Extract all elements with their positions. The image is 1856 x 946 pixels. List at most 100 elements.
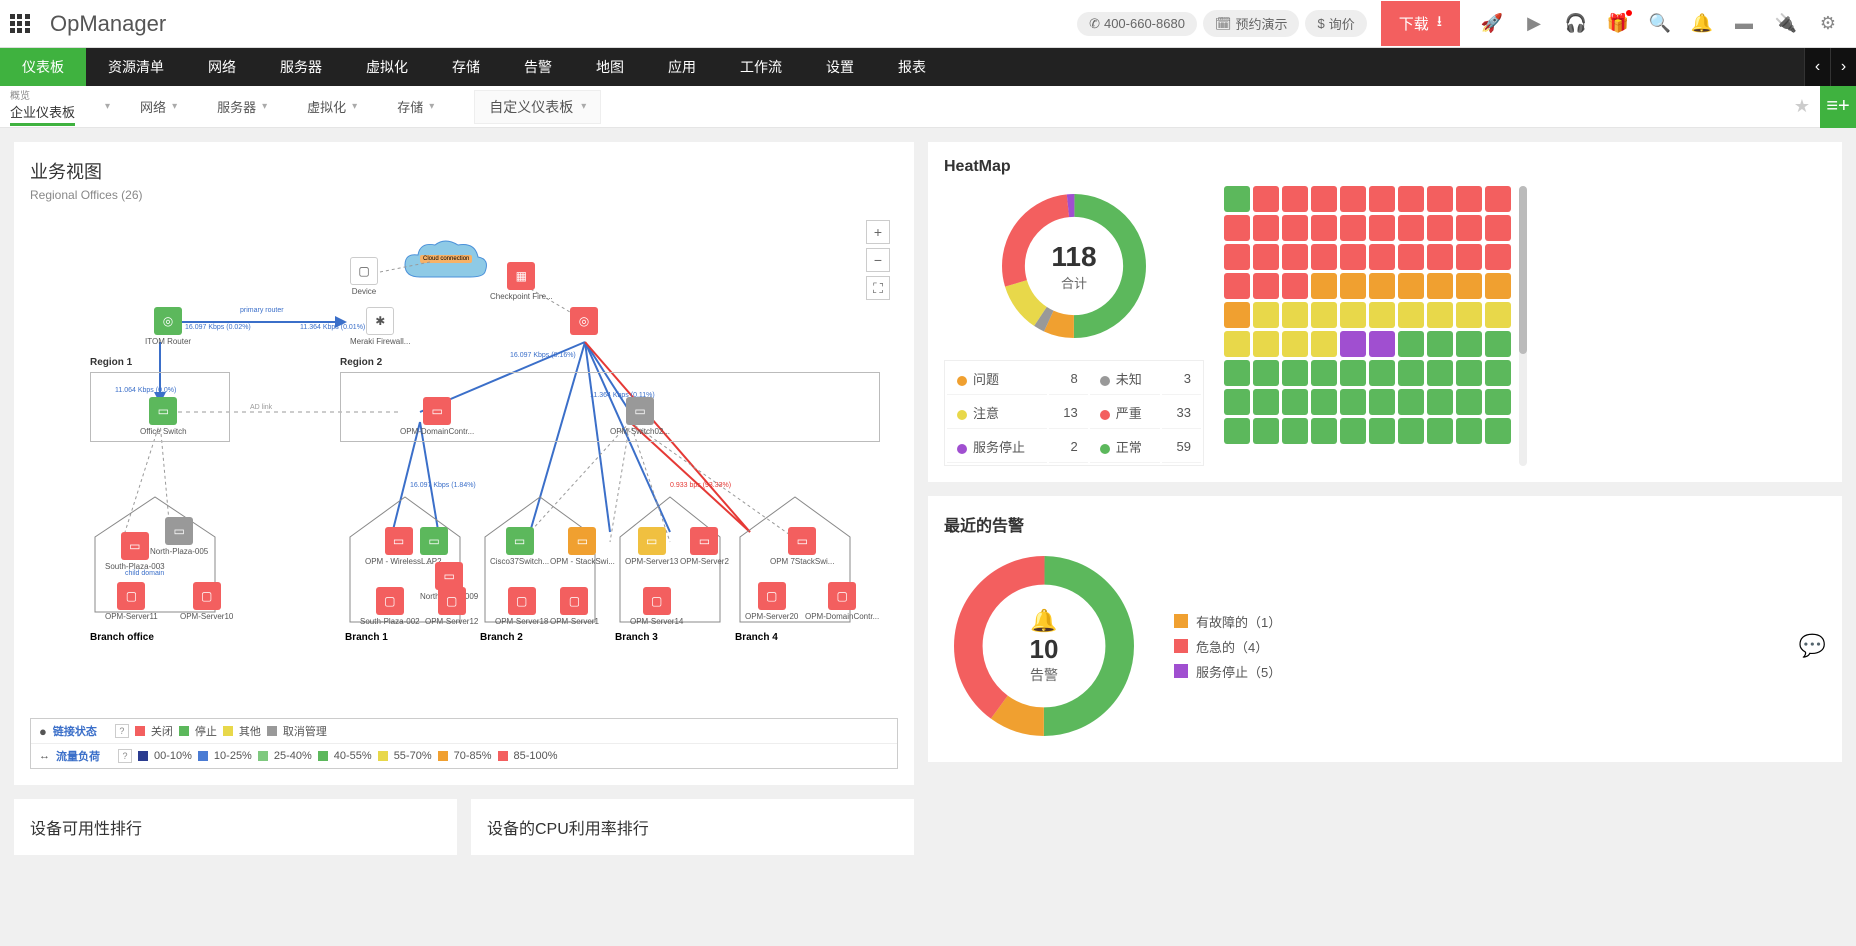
heatmap-cell[interactable]: [1253, 331, 1279, 357]
star-icon[interactable]: ★: [1794, 96, 1810, 117]
heatmap-cell[interactable]: [1398, 302, 1424, 328]
heatmap-cell[interactable]: [1340, 244, 1366, 270]
subnav-custom-dashboard[interactable]: 自定义仪表板▾: [474, 90, 601, 124]
heatmap-cell[interactable]: [1340, 331, 1366, 357]
heatmap-grid[interactable]: [1224, 186, 1511, 466]
heatmap-cell[interactable]: [1369, 302, 1395, 328]
node-opm-server2[interactable]: ▭OPM-Server2: [680, 527, 729, 566]
heatmap-cell[interactable]: [1282, 273, 1308, 299]
nav-app[interactable]: 应用: [646, 48, 718, 86]
node-cisco37[interactable]: ▭Cisco37Switch...: [490, 527, 549, 566]
nav-server[interactable]: 服务器: [258, 48, 344, 86]
heatmap-cell[interactable]: [1311, 215, 1337, 241]
heatmap-cell[interactable]: [1224, 389, 1250, 415]
heatmap-cell[interactable]: [1224, 418, 1250, 444]
nav-network[interactable]: 网络: [186, 48, 258, 86]
node-opm-dc2[interactable]: ▢OPM-DomainContr...: [805, 582, 879, 621]
node-opm-switch[interactable]: ▭OPM-Switch02...: [610, 397, 670, 436]
heatmap-cell[interactable]: [1369, 331, 1395, 357]
heatmap-cell[interactable]: [1369, 389, 1395, 415]
nav-workflow[interactable]: 工作流: [718, 48, 804, 86]
heatmap-cell[interactable]: [1253, 186, 1279, 212]
heatmap-cell[interactable]: [1427, 244, 1453, 270]
heatmap-cell[interactable]: [1282, 389, 1308, 415]
heatmap-cell[interactable]: [1485, 273, 1511, 299]
heatmap-cell[interactable]: [1224, 186, 1250, 212]
heatmap-cell[interactable]: [1253, 302, 1279, 328]
node-opm-server20[interactable]: ▢OPM-Server20: [745, 582, 798, 621]
heatmap-cell[interactable]: [1224, 244, 1250, 270]
zoom-out-button[interactable]: −: [866, 248, 890, 272]
heatmap-cell[interactable]: [1485, 360, 1511, 386]
heatmap-cell[interactable]: [1340, 273, 1366, 299]
download-button[interactable]: 下载 ⭳: [1381, 1, 1460, 46]
heatmap-cell[interactable]: [1485, 331, 1511, 357]
heatmap-cell[interactable]: [1398, 360, 1424, 386]
heatmap-cell[interactable]: [1253, 273, 1279, 299]
zoom-in-button[interactable]: +: [866, 220, 890, 244]
heatmap-cell[interactable]: [1282, 331, 1308, 357]
rocket-icon[interactable]: 🚀: [1480, 12, 1504, 36]
nav-map[interactable]: 地图: [574, 48, 646, 86]
legend-row[interactable]: 服务停止2正常59: [947, 431, 1201, 463]
node-south-plaza-002[interactable]: ▢South-Plaza-002: [360, 587, 420, 626]
heatmap-cell[interactable]: [1398, 186, 1424, 212]
heatmap-cell[interactable]: [1311, 244, 1337, 270]
play-icon[interactable]: ▶: [1522, 12, 1546, 36]
heatmap-cell[interactable]: [1282, 186, 1308, 212]
heatmap-cell[interactable]: [1456, 302, 1482, 328]
search-icon[interactable]: 🔍: [1648, 12, 1672, 36]
gear-icon[interactable]: ⚙: [1816, 12, 1840, 36]
heatmap-cell[interactable]: [1456, 331, 1482, 357]
heatmap-cell[interactable]: [1224, 215, 1250, 241]
heatmap-cell[interactable]: [1369, 273, 1395, 299]
heatmap-cell[interactable]: [1282, 244, 1308, 270]
heatmap-cell[interactable]: [1398, 389, 1424, 415]
topology-canvas[interactable]: + − ⛶ Cloud connection: [30, 212, 898, 712]
heatmap-cell[interactable]: [1311, 273, 1337, 299]
heatmap-cell[interactable]: [1456, 215, 1482, 241]
heatmap-cell[interactable]: [1282, 418, 1308, 444]
heatmap-cell[interactable]: [1311, 418, 1337, 444]
heatmap-cell[interactable]: [1398, 215, 1424, 241]
node-opm-server14[interactable]: ▢OPM-Server14: [630, 587, 683, 626]
node-opm-server10[interactable]: ▢OPM-Server10: [180, 582, 233, 621]
heatmap-cell[interactable]: [1456, 418, 1482, 444]
chevron-down-icon[interactable]: ▾: [105, 101, 110, 112]
legend-row[interactable]: 服务停止（5）: [1174, 662, 1281, 681]
nav-virtualization[interactable]: 虚拟化: [344, 48, 430, 86]
heatmap-cell[interactable]: [1456, 273, 1482, 299]
heatmap-cell[interactable]: [1340, 389, 1366, 415]
quote-pill[interactable]: $ 询价: [1305, 10, 1366, 37]
heatmap-cell[interactable]: [1369, 360, 1395, 386]
node-opm-server12[interactable]: ▢OPM-Server12: [425, 587, 478, 626]
heatmap-cell[interactable]: [1369, 186, 1395, 212]
heatmap-cell[interactable]: [1224, 302, 1250, 328]
node-itom-router[interactable]: ◎ITOM Router: [145, 307, 191, 346]
subnav-storage[interactable]: 存储▾: [397, 97, 434, 116]
heatmap-cell[interactable]: [1253, 244, 1279, 270]
heatmap-cell[interactable]: [1456, 360, 1482, 386]
heatmap-cell[interactable]: [1311, 186, 1337, 212]
heatmap-cell[interactable]: [1282, 215, 1308, 241]
nav-storage[interactable]: 存储: [430, 48, 502, 86]
nav-alarm[interactable]: 告警: [502, 48, 574, 86]
node-opm-server11[interactable]: ▢OPM-Server11: [105, 582, 158, 621]
heatmap-cell[interactable]: [1485, 215, 1511, 241]
node-office-switch[interactable]: ▭Office Switch: [140, 397, 187, 436]
heatmap-cell[interactable]: [1224, 360, 1250, 386]
heatmap-cell[interactable]: [1224, 273, 1250, 299]
phone-pill[interactable]: ✆ 400-660-8680: [1077, 12, 1197, 36]
nav-arrow-right[interactable]: ›: [1830, 48, 1856, 86]
heatmap-cell[interactable]: [1427, 215, 1453, 241]
heatmap-cell[interactable]: [1456, 244, 1482, 270]
heatmap-cell[interactable]: [1485, 186, 1511, 212]
node-north-plaza-005[interactable]: ▭North-Plaza-005: [150, 517, 208, 556]
heatmap-cell[interactable]: [1340, 418, 1366, 444]
heatmap-donut[interactable]: 118 合计: [994, 186, 1154, 346]
heatmap-cell[interactable]: [1282, 360, 1308, 386]
heatmap-cell[interactable]: [1224, 331, 1250, 357]
heatmap-cell[interactable]: [1369, 244, 1395, 270]
battery-icon[interactable]: ▬: [1732, 12, 1756, 36]
nav-inventory[interactable]: 资源清单: [86, 48, 186, 86]
